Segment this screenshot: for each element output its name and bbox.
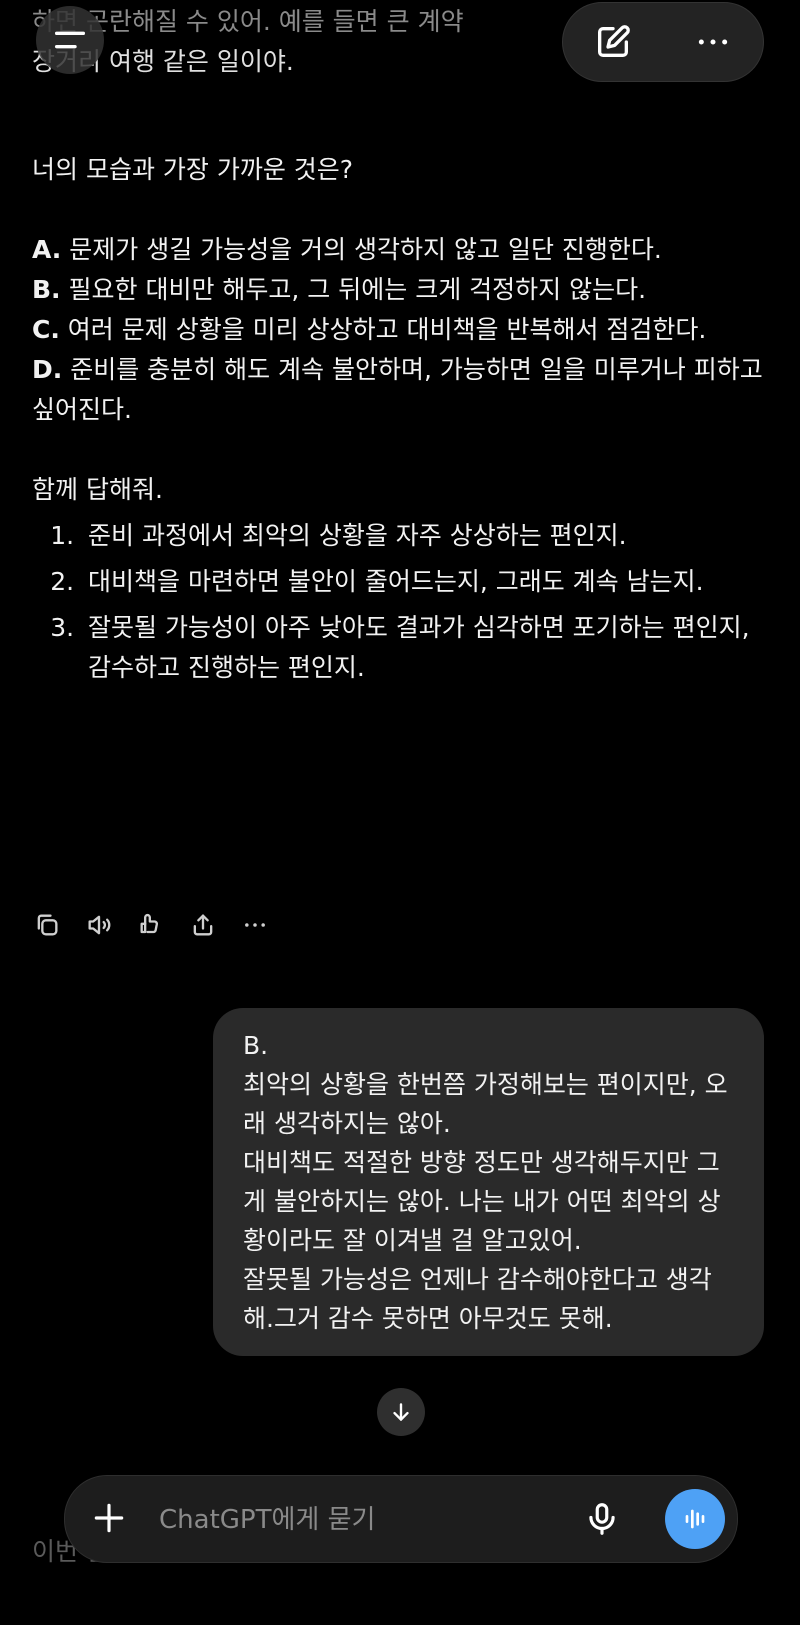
hamburger-icon: [55, 31, 86, 49]
more-options-button[interactable]: [663, 3, 763, 81]
option-text: 필요한 대비만 해두고, 그 뒤에는 크게 걱정하지 않는다.: [60, 275, 647, 304]
option-text: 문제가 생길 가능성을 거의 생각하지 않고 일단 진행한다.: [61, 235, 662, 264]
option-letter: D.: [32, 355, 63, 384]
copy-icon[interactable]: [30, 908, 64, 942]
user-message-bubble: B. 최악의 상황을 한번쯤 가정해보는 편이지만, 오래 생각하지는 않아. …: [213, 1008, 764, 1356]
option-a: A. 문제가 생길 가능성을 거의 생각하지 않고 일단 진행한다.: [32, 230, 772, 270]
message-actions: [30, 908, 272, 942]
follow-up-item: 준비 과정에서 최악의 상황을 자주 상상하는 편인지.: [82, 516, 772, 556]
thumbs-icon[interactable]: [134, 908, 168, 942]
message-input[interactable]: [157, 1497, 541, 1543]
new-chat-button[interactable]: [563, 3, 663, 81]
waveform-icon: [685, 1509, 705, 1529]
option-letter: C.: [32, 315, 60, 344]
option-letter: B.: [32, 275, 61, 304]
share-icon[interactable]: [186, 908, 220, 942]
microphone-icon: [589, 1503, 615, 1535]
plus-icon: [94, 1503, 124, 1533]
assistant-message: 너의 모습과 가장 가까운 것은? A. 문제가 생길 가능성을 거의 생각하지…: [32, 150, 772, 688]
composer: [64, 1475, 738, 1563]
top-actions: [562, 2, 764, 82]
user-message-text: B. 최악의 상황을 한번쯤 가정해보는 편이지만, 오래 생각하지는 않아. …: [243, 1031, 728, 1333]
option-b: B. 필요한 대비만 해두고, 그 뒤에는 크게 걱정하지 않는다.: [32, 270, 772, 310]
top-bar: [0, 0, 800, 90]
ellipsis-icon: [698, 39, 728, 45]
follow-up-list: 준비 과정에서 최악의 상황을 자주 상상하는 편인지. 대비책을 마련하면 불…: [32, 516, 772, 688]
follow-up-item: 잘못될 가능성이 아주 낮아도 결과가 심각하면 포기하는 편인지, 감수하고 …: [82, 608, 772, 688]
scroll-down-button[interactable]: [377, 1388, 425, 1436]
edit-icon: [598, 25, 630, 57]
more-icon[interactable]: [238, 908, 272, 942]
option-c: C. 여러 문제 상황을 미리 상상하고 대비책을 반복해서 점검한다.: [32, 310, 772, 350]
dictate-button[interactable]: [577, 1494, 627, 1544]
menu-button[interactable]: [36, 6, 104, 74]
question-text: 너의 모습과 가장 가까운 것은?: [32, 155, 354, 184]
option-text: 준비를 충분히 해도 계속 불안하며, 가능하면 일을 미루거나 피하고 싶어진…: [32, 355, 763, 424]
attach-button[interactable]: [83, 1492, 135, 1544]
option-letter: A.: [32, 235, 62, 264]
voice-mode-button[interactable]: [665, 1489, 725, 1549]
option-text: 여러 문제 상황을 미리 상상하고 대비책을 반복해서 점검한다.: [59, 315, 707, 344]
follow-up-item: 대비책을 마련하면 불안이 줄어드는지, 그래도 계속 남는지.: [82, 562, 772, 602]
speaker-icon[interactable]: [82, 908, 116, 942]
together-prompt: 함께 답해줘.: [32, 475, 163, 504]
arrow-down-icon: [393, 1403, 409, 1421]
option-d: D. 준비를 충분히 해도 계속 불안하며, 가능하면 일을 미루거나 피하고 …: [32, 350, 772, 430]
